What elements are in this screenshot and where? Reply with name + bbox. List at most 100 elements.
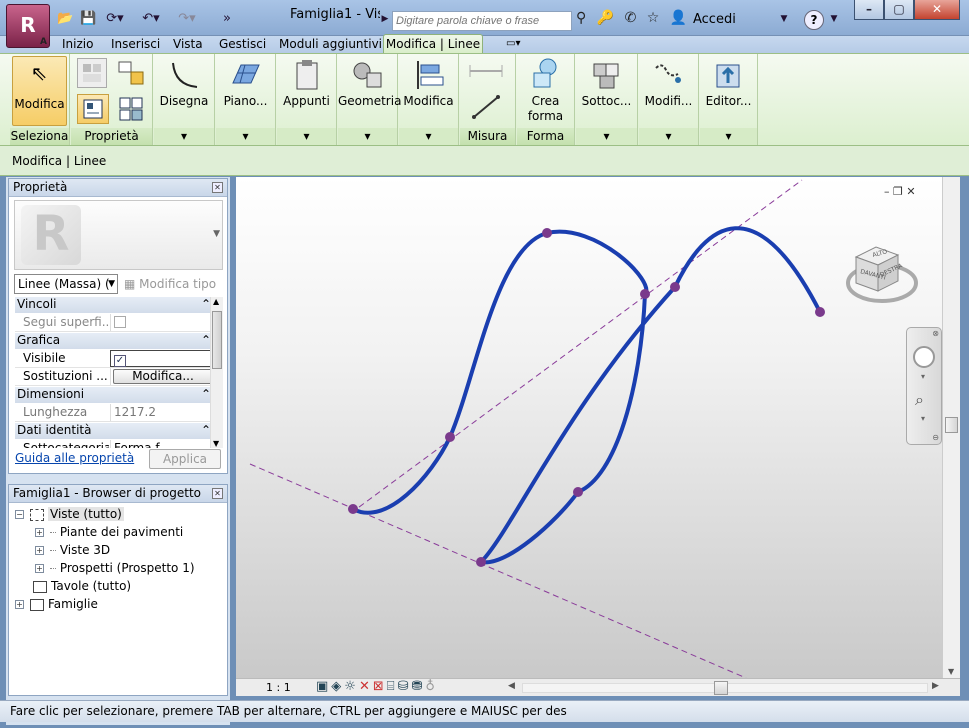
reveal-hidden-icon[interactable]: ⛃ [411, 679, 425, 694]
spline-point[interactable] [670, 282, 680, 292]
create-form-icon[interactable] [529, 56, 563, 90]
dimension-icon[interactable] [466, 92, 510, 122]
tab-inserisci[interactable]: Inserisci [111, 36, 160, 53]
tree-item-piante[interactable]: + Piante dei pavimenti [35, 525, 183, 539]
spline-point[interactable] [573, 487, 583, 497]
modify-button[interactable]: ⇖ Modifica [12, 56, 67, 126]
spline-point[interactable] [445, 432, 455, 442]
modifica-panel-label[interactable]: Modifica [399, 94, 458, 108]
geometry-icon[interactable] [350, 58, 386, 92]
family-types-icon[interactable] [77, 58, 107, 88]
temporary-hide-icon[interactable]: ⛁ [398, 679, 412, 694]
view-minimize-icon[interactable]: – [884, 185, 890, 198]
edit-type-button[interactable]: ▦ Modifica tipo [124, 274, 216, 294]
tree-item-famiglie[interactable]: + Famiglie [15, 597, 98, 611]
panel-expander-geometria[interactable]: ▾ [338, 128, 397, 145]
signin-dropdown-icon[interactable]: ▼ [778, 10, 790, 28]
tab-moduli-aggiuntivi[interactable]: Moduli aggiuntivi [279, 36, 382, 53]
scroll-left-icon[interactable]: ◀ [508, 681, 515, 691]
crop-view-icon[interactable]: ⊠ [373, 679, 387, 694]
subcategory-icon[interactable] [590, 58, 624, 92]
editor-label[interactable]: Editor... [700, 94, 757, 108]
ribbon-minimize-toggle[interactable]: ▭▾ [506, 38, 530, 50]
geometria-label[interactable]: Geometria [338, 94, 401, 108]
application-menu-button[interactable]: RA [6, 4, 50, 48]
shadows-icon[interactable]: ✕ [359, 679, 373, 694]
group-dati-identita[interactable]: Dati identità ⌃ [15, 423, 215, 439]
tree-item-tavole[interactable]: Tavole (tutto) [33, 579, 131, 593]
panel-expander-modifica[interactable]: ▾ [399, 128, 458, 145]
measure-icon[interactable] [466, 60, 510, 82]
panel-expander-modifi[interactable]: ▾ [639, 128, 698, 145]
favorites-star-icon[interactable]: ☆ [647, 10, 660, 26]
show-crop-icon[interactable]: ⌸ [387, 679, 398, 694]
close-properties-icon[interactable]: ✕ [212, 182, 223, 193]
type-preview-dropdown-icon[interactable]: ▼ [213, 229, 220, 239]
lightbulb-icon[interactable]: ♁ [425, 679, 438, 694]
steering-wheel-dropdown-icon[interactable]: ▾ [921, 372, 925, 381]
maximize-button[interactable]: ▢ [884, 0, 914, 20]
horizontal-scroll-thumb[interactable] [714, 681, 728, 695]
expand-tree-icon[interactable]: + [35, 564, 44, 573]
clipboard-icon[interactable] [291, 58, 323, 92]
instance-type-selector[interactable]: Linee (Massa) (▼ [14, 274, 118, 294]
more-tools-icon[interactable]: » [220, 10, 234, 28]
canvas-horizontal-scrollbar[interactable] [522, 681, 928, 695]
close-button[interactable]: ✕ [914, 0, 960, 20]
zoom-region-icon[interactable]: ⌕ [915, 390, 924, 410]
properties-toggle-button[interactable] [77, 94, 109, 124]
piano-label[interactable]: Piano... [216, 94, 275, 108]
subscription-icon[interactable]: 🔑 [597, 10, 614, 26]
collapse-tree-icon[interactable]: − [15, 510, 24, 519]
close-browser-icon[interactable]: ✕ [212, 488, 223, 499]
align-icon[interactable] [411, 58, 447, 92]
scroll-right-icon[interactable]: ▶ [932, 681, 939, 691]
expand-tree-icon[interactable]: + [35, 546, 44, 555]
view-restore-icon[interactable]: ❐ [893, 185, 903, 198]
load-into-project-icon[interactable] [712, 58, 746, 92]
navbar-close-icon[interactable]: ⊗ [932, 329, 939, 338]
expand-tree-icon[interactable]: + [35, 528, 44, 537]
spline-point[interactable] [476, 557, 486, 567]
view-scale[interactable]: 1 : 1 [266, 681, 291, 694]
user-icon[interactable]: 👤 [670, 10, 687, 26]
group-dimensioni[interactable]: Dimensioni ⌃ [15, 387, 215, 403]
panel-expander-piano[interactable]: ▾ [216, 128, 275, 145]
group-vincoli[interactable]: Vincoli ⌃ [15, 297, 215, 313]
expand-search-icon[interactable]: ▶ [380, 10, 390, 28]
sostituzioni-edit-button[interactable]: Modifica... [113, 369, 213, 384]
properties-scroll-thumb[interactable] [212, 311, 222, 369]
sottoc-label[interactable]: Sottoc... [576, 94, 637, 108]
view-close-icon[interactable]: ✕ [906, 185, 915, 198]
work-plane-icon[interactable] [228, 58, 262, 92]
undo-icon[interactable]: ↶▾ [138, 10, 164, 28]
sync-icon[interactable]: ⟳▾ [104, 10, 126, 28]
scroll-up-icon[interactable]: ▲ [213, 297, 219, 306]
spline-point[interactable] [815, 307, 825, 317]
viewcube[interactable]: ALTO DAVANTI DESTRA [840, 233, 920, 313]
tree-item-viste3d[interactable]: + Viste 3D [35, 543, 110, 557]
reference-line-2[interactable] [249, 463, 747, 678]
sun-path-icon[interactable]: ☼ [344, 679, 359, 694]
tab-gestisci[interactable]: Gestisci [219, 36, 266, 53]
tree-item-viste[interactable]: − Viste (tutto) [15, 507, 124, 521]
detail-level-icon[interactable]: ▣ [316, 679, 331, 694]
steering-wheel-icon[interactable] [913, 346, 935, 368]
canvas-vertical-scrollbar[interactable]: ▼ [942, 177, 960, 678]
scroll-down-icon[interactable]: ▼ [948, 667, 954, 676]
type-properties-icon[interactable] [115, 94, 147, 124]
search-input[interactable] [392, 11, 572, 31]
group-grafica[interactable]: Grafica ⌃ [15, 333, 215, 349]
save-icon[interactable]: 💾 [80, 10, 96, 28]
model-graphics[interactable] [236, 177, 942, 678]
panel-expander-editor[interactable]: ▾ [700, 128, 757, 145]
expand-tree-icon[interactable]: + [15, 600, 24, 609]
create-form-button[interactable]: Crea forma [517, 94, 574, 124]
panel-expander-disegna[interactable]: ▾ [154, 128, 214, 145]
redo-icon[interactable]: ↷▾ [174, 10, 200, 28]
spline-curve[interactable] [351, 226, 822, 565]
appunti-label[interactable]: Appunti [277, 94, 336, 108]
tab-vista[interactable]: Vista [173, 36, 203, 53]
draw-label[interactable]: Disegna [154, 94, 214, 108]
tree-item-prospetti[interactable]: + Prospetti (Prospetto 1) [35, 561, 195, 575]
